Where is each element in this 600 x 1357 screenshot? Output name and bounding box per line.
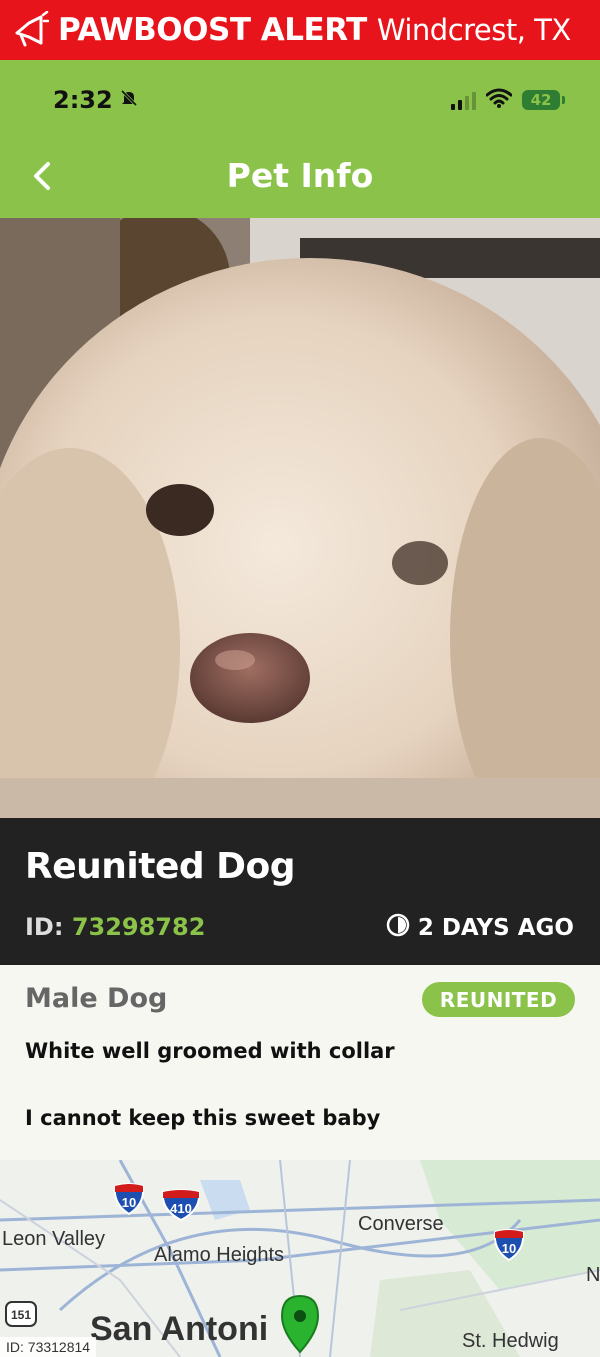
- map-id-tag: ID: 73312814: [0, 1337, 97, 1357]
- clock-icon: [386, 913, 410, 943]
- interstate-410-shield: 410: [160, 1188, 202, 1222]
- pet-title: Reunited Dog: [25, 846, 296, 887]
- svg-text:151: 151: [11, 1308, 31, 1322]
- pet-id: ID: 73298782: [25, 913, 205, 941]
- interstate-10-shield-east: 10: [492, 1228, 526, 1262]
- map-label-converse: Converse: [358, 1213, 444, 1235]
- pet-sex-species: Male Dog: [25, 983, 168, 1014]
- pet-photo[interactable]: [0, 218, 600, 818]
- map-label-st-hedwig: St. Hedwig: [462, 1330, 559, 1352]
- wifi-icon: [485, 88, 513, 112]
- banner-location: Windcrest, TX: [376, 13, 571, 47]
- description-line-2: I cannot keep this sweet baby: [25, 1106, 381, 1130]
- app-header: 2:32 42 Pet Info: [0, 60, 600, 218]
- svg-text:410: 410: [170, 1201, 192, 1216]
- description-line-1: White well groomed with collar: [25, 1039, 395, 1063]
- map-label-alamo-heights: Alamo Heights: [154, 1244, 285, 1266]
- status-time: 2:32: [53, 86, 139, 114]
- megaphone-icon: [8, 8, 52, 52]
- posted-time: 2 DAYS AGO: [386, 913, 574, 943]
- map-pin-icon[interactable]: [278, 1294, 322, 1357]
- pet-id-value: 73298782: [71, 913, 206, 941]
- pet-summary-bar: Reunited Dog ID: 73298782 2 DAYS AGO: [0, 818, 600, 965]
- svg-text:10: 10: [122, 1195, 136, 1210]
- banner-title: PAWBOOST ALERT: [58, 12, 367, 48]
- status-indicators: 42: [451, 88, 565, 112]
- interstate-10-shield: 10: [112, 1182, 146, 1216]
- battery-icon: 42: [522, 90, 565, 110]
- location-map[interactable]: 10 410 10 151 Leon Valley Alamo Heights …: [0, 1160, 600, 1357]
- pet-details: Male Dog REUNITED White well groomed wit…: [0, 965, 600, 1160]
- status-badge: REUNITED: [422, 982, 575, 1017]
- svg-text:10: 10: [502, 1241, 516, 1256]
- map-label-san-antonio: San Antoni: [90, 1310, 269, 1348]
- map-label-leon-valley: Leon Valley: [2, 1228, 106, 1250]
- page-title: Pet Info: [226, 156, 374, 195]
- cell-signal-icon: [451, 90, 476, 110]
- clock-text: 2:32: [53, 86, 113, 114]
- posted-ago-text: 2 DAYS AGO: [417, 915, 574, 941]
- map-label-n: N: [586, 1264, 600, 1286]
- pet-id-label: ID:: [25, 913, 64, 941]
- bell-muted-icon: [119, 86, 139, 114]
- route-151-shield: 151: [4, 1298, 38, 1332]
- pawboost-alert-banner: PAWBOOST ALERT Windcrest, TX: [0, 0, 600, 60]
